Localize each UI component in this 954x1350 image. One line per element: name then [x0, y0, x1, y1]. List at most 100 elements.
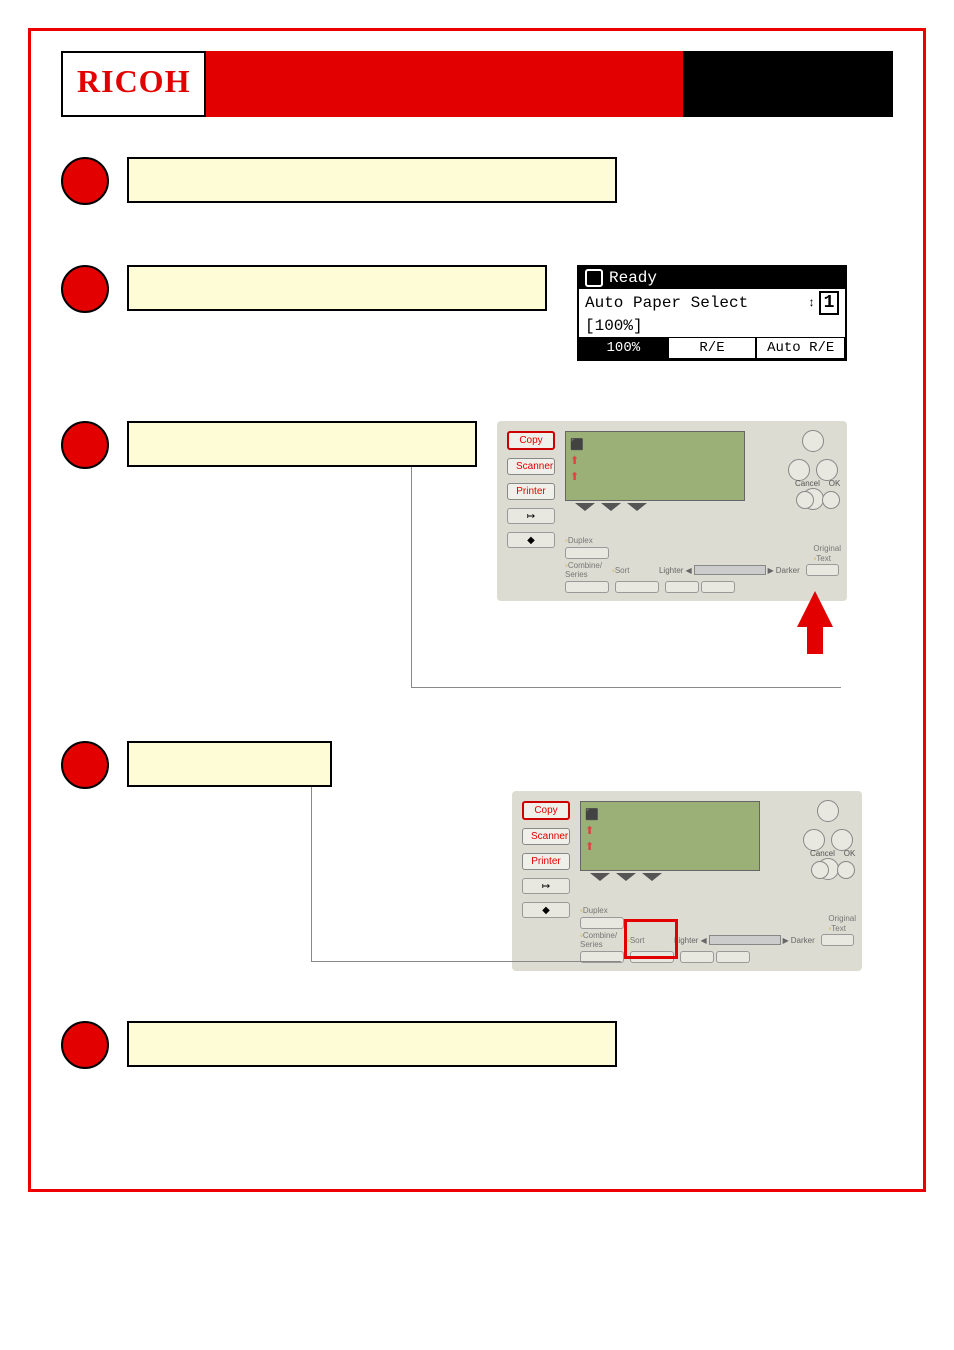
- status-icon: ⬛: [570, 438, 582, 450]
- cancel-button[interactable]: [796, 491, 814, 509]
- panel-lcd: ⬛ ⬆ ⬆: [565, 431, 745, 501]
- mode-column: Copy Scanner Printer ↦ ◆: [507, 431, 555, 548]
- nav-up-button[interactable]: [817, 800, 839, 822]
- step-3: Copy Scanner Printer ↦ ◆ ⬛ ⬆ ⬆: [61, 421, 893, 601]
- tab-arrow-icon: [575, 503, 595, 511]
- lighter-button[interactable]: [665, 581, 699, 593]
- lcd-copies: 1: [819, 291, 839, 315]
- arrow-stem: [807, 626, 823, 654]
- ok-label: OK: [829, 479, 841, 488]
- mode-column: Copy Scanner Printer ↦ ◆: [522, 801, 570, 918]
- mode-icon-1[interactable]: ↦: [522, 878, 570, 894]
- nav-labels: Cancel OK: [810, 849, 856, 880]
- step-circle: [61, 265, 109, 313]
- density-control: Lighter ◀ ▶ Darker: [659, 565, 800, 575]
- density-bar: [694, 565, 766, 575]
- status-icon: ⬆: [570, 454, 582, 466]
- updown-icon: ↕: [808, 296, 815, 310]
- combine-label: Combine/ Series: [580, 931, 617, 949]
- instruction-box: [127, 157, 617, 203]
- density-bar: [709, 935, 781, 945]
- cancel-label: Cancel: [795, 479, 820, 488]
- duplex-button[interactable]: [580, 917, 624, 929]
- sort-button[interactable]: [615, 581, 659, 593]
- mode-scanner-button[interactable]: Scanner: [507, 458, 555, 475]
- original-button[interactable]: [806, 564, 839, 576]
- tab-arrow-icon: [601, 503, 621, 511]
- status-icon: ⬆: [585, 840, 597, 852]
- nav-up-button[interactable]: [802, 430, 824, 452]
- lighter-label: Lighter: [659, 566, 683, 575]
- tab-arrow-icon: [627, 503, 647, 511]
- status-icon: ⬆: [570, 470, 582, 482]
- instruction-box: [127, 421, 477, 467]
- lcd-screen: Ready Auto Paper Select ↕ 1 [100%] 100% …: [577, 265, 847, 361]
- softkey-re[interactable]: R/E: [668, 337, 757, 359]
- duplex-label: Duplex: [568, 536, 593, 545]
- density-control: Lighter ◀ ▶ Darker: [674, 935, 815, 945]
- lcd-paper-text: Auto Paper Select: [585, 294, 748, 312]
- nav-left-button[interactable]: [788, 459, 810, 481]
- mode-icon-1[interactable]: ↦: [507, 508, 555, 524]
- nav-right-button[interactable]: [816, 459, 838, 481]
- nav-labels: Cancel OK: [795, 479, 841, 510]
- panel-bottom-row: ◦Duplex ◦Combine/ Series ◦Sort Lighter ◀: [580, 904, 854, 963]
- status-icon: ⬆: [585, 824, 597, 836]
- instruction-box: [127, 741, 332, 787]
- softkey-auto-re[interactable]: Auto R/E: [756, 337, 845, 359]
- nav-right-button[interactable]: [831, 829, 853, 851]
- instruction-box: [127, 1021, 617, 1067]
- connector-line: [411, 467, 412, 687]
- step-5: [61, 1021, 893, 1069]
- ok-button[interactable]: [837, 861, 855, 879]
- ok-button[interactable]: [822, 491, 840, 509]
- mode-icon-2[interactable]: ◆: [507, 532, 555, 548]
- darker-label: Darker: [791, 936, 815, 945]
- tab-arrow-icon: [590, 873, 610, 881]
- darker-button[interactable]: [701, 581, 735, 593]
- mode-copy-button[interactable]: Copy: [522, 801, 570, 820]
- tab-arrow-icon: [642, 873, 662, 881]
- step-circle: [61, 157, 109, 205]
- instruction-box: [127, 265, 547, 311]
- lcd-paper-row: Auto Paper Select ↕ 1: [579, 289, 845, 317]
- control-panel: Copy Scanner Printer ↦ ◆ ⬛ ⬆ ⬆: [512, 791, 862, 971]
- darker-label: Darker: [776, 566, 800, 575]
- status-icon: ⬛: [585, 808, 597, 820]
- logo-box: RICOH: [61, 51, 206, 117]
- mode-printer-button[interactable]: Printer: [522, 853, 570, 870]
- ok-label: OK: [844, 849, 856, 858]
- mode-printer-button[interactable]: Printer: [507, 483, 555, 500]
- lcd-ready-text: Ready: [609, 269, 657, 287]
- panel-lcd: ⬛ ⬆ ⬆: [580, 801, 760, 871]
- mode-icon-2[interactable]: ◆: [522, 902, 570, 918]
- arrow-up-icon: [797, 591, 833, 627]
- combine-button[interactable]: [565, 581, 609, 593]
- control-panel: Copy Scanner Printer ↦ ◆ ⬛ ⬆ ⬆: [497, 421, 847, 601]
- darker-button[interactable]: [716, 951, 750, 963]
- step-circle: [61, 741, 109, 789]
- duplex-label: Duplex: [583, 906, 608, 915]
- mode-scanner-button[interactable]: Scanner: [522, 828, 570, 845]
- header-bars: [206, 51, 893, 117]
- header: RICOH: [61, 51, 893, 117]
- step-4: Copy Scanner Printer ↦ ◆ ⬛ ⬆ ⬆: [61, 741, 893, 971]
- cancel-button[interactable]: [811, 861, 829, 879]
- original-button[interactable]: [821, 934, 854, 946]
- duplex-button[interactable]: [565, 547, 609, 559]
- connector-line: [311, 787, 312, 961]
- tab-arrow-icon: [616, 873, 636, 881]
- nav-left-button[interactable]: [803, 829, 825, 851]
- lighter-button[interactable]: [680, 951, 714, 963]
- panel-bottom-row: ◦Duplex ◦Combine/ Series ◦Sort Lighter ◀: [565, 534, 839, 593]
- combine-label: Combine/ Series: [565, 561, 602, 579]
- lcd-ready-row: Ready: [579, 267, 845, 289]
- header-bar-black: [683, 51, 893, 117]
- softkey-100[interactable]: 100%: [579, 337, 668, 359]
- lcd-softkeys: 100% R/E Auto R/E: [579, 337, 845, 359]
- sort-label: Sort: [615, 566, 630, 575]
- cancel-label: Cancel: [810, 849, 835, 858]
- mode-copy-button[interactable]: Copy: [507, 431, 555, 450]
- lcd-zoom-row: [100%]: [579, 317, 845, 337]
- step-1: [61, 157, 893, 205]
